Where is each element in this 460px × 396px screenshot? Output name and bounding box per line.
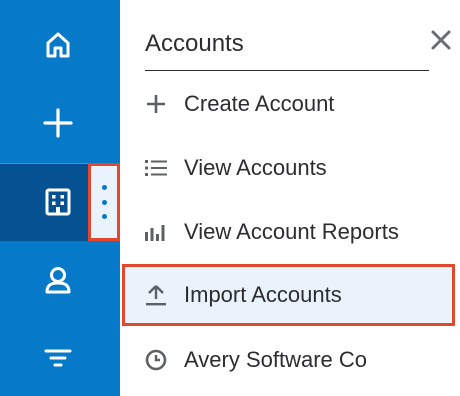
building-icon (40, 184, 76, 220)
menu-title: Accounts (145, 30, 244, 57)
menu-item-create-account[interactable]: Create Account (122, 76, 460, 132)
sidebar-item-contacts[interactable] (0, 241, 120, 319)
menu-item-label: Create Account (184, 91, 335, 116)
home-icon (40, 27, 76, 63)
menu-item-view-account-reports[interactable]: View Account Reports (122, 204, 460, 260)
menu-item-recent-avery-software-co[interactable]: Avery Software Co (122, 332, 460, 388)
sidebar-item-filter[interactable] (0, 319, 120, 396)
close-icon[interactable] (423, 22, 459, 58)
plus-icon (144, 92, 168, 116)
kebab-icon (100, 185, 108, 219)
upload-icon (144, 283, 168, 307)
menu-item-label: Import Accounts (184, 282, 342, 307)
clock-icon (144, 348, 168, 372)
more-actions-button[interactable] (88, 163, 120, 241)
sidebar-item-home[interactable] (0, 6, 120, 84)
title-divider (145, 70, 429, 71)
sidebar-item-create[interactable] (0, 84, 120, 162)
accounts-menu: Accounts Create Account View Accounts Vi… (122, 0, 460, 396)
menu-item-label: View Account Reports (184, 219, 399, 244)
filter-icon (40, 340, 76, 376)
list-icon (144, 156, 168, 180)
menu-item-import-accounts[interactable]: Import Accounts (122, 264, 455, 326)
menu-item-label: Avery Software Co (184, 347, 368, 372)
person-icon (40, 262, 76, 298)
menu-item-view-accounts[interactable]: View Accounts (122, 140, 460, 196)
bar-chart-icon (144, 220, 168, 244)
menu-item-label: View Accounts (184, 155, 327, 180)
sidebar-nav (0, 0, 120, 396)
plus-icon (40, 105, 76, 141)
